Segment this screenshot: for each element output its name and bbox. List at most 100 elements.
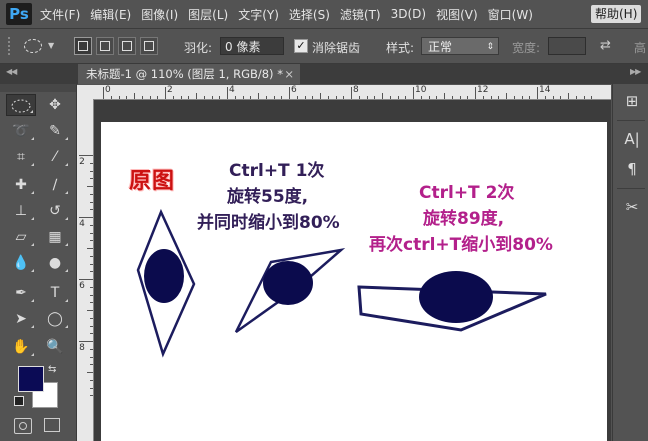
document-tab[interactable]: 未标题-1 @ 110% (图层 1, RGB/8) * ×: [78, 64, 300, 84]
ruler-minor-tick: [513, 96, 515, 99]
eraser-tool-icon[interactable]: ▱: [6, 226, 36, 248]
menu-filter[interactable]: 滤镜(T): [340, 6, 381, 23]
canvas-workspace[interactable]: 原图 Ctrl+T 1次 旋转55度, 并同时缩小到80% Ctrl+T 2次 …: [94, 100, 611, 441]
ruler-minor-tick: [90, 162, 93, 164]
ruler-minor-tick: [444, 93, 445, 99]
ruler-minor-tick: [358, 96, 360, 99]
hand-tool-icon[interactable]: ✋: [6, 336, 36, 358]
add-selection-button[interactable]: [96, 37, 114, 55]
menu-image[interactable]: 图像(I): [141, 6, 178, 23]
paragraph-panel-icon[interactable]: ¶: [623, 160, 641, 178]
style-select[interactable]: 正常 ⇕: [421, 37, 499, 55]
ruler-minor-tick: [498, 96, 500, 99]
menu-window[interactable]: 窗口(W): [488, 6, 533, 23]
vertical-ruler[interactable]: 2 4 6 8: [77, 99, 94, 441]
quick-select-tool-icon[interactable]: ✎: [40, 120, 70, 142]
collapse-panels-icon[interactable]: ▶▶: [630, 67, 641, 76]
menu-items: 文件(F) 编辑(E) 图像(I) 图层(L) 文字(Y) 选择(S) 滤镜(T…: [40, 0, 543, 28]
default-colors-icon[interactable]: [14, 396, 24, 406]
options-grip[interactable]: [8, 37, 13, 55]
menu-view[interactable]: 视图(V): [436, 6, 478, 23]
history-brush-tool-icon[interactable]: ↺: [40, 200, 70, 222]
move-tool-icon[interactable]: ✥: [40, 94, 70, 116]
toolbox-grip[interactable]: [0, 84, 76, 92]
foreground-color-swatch[interactable]: [18, 366, 44, 392]
height-label: 高: [634, 41, 647, 55]
select-updown-icon: ⇕: [486, 42, 494, 52]
ruler-minor-tick: [405, 96, 407, 99]
ruler-minor-tick: [250, 96, 252, 99]
ruler-major-tick: [79, 217, 93, 218]
step2-line2: 旋转89度,: [423, 209, 505, 229]
feather-input[interactable]: 0 像素: [220, 37, 284, 55]
document-canvas[interactable]: 原图 Ctrl+T 1次 旋转55度, 并同时缩小到80% Ctrl+T 2次 …: [101, 122, 607, 441]
menu-layer[interactable]: 图层(L): [188, 6, 228, 23]
preset-caret-icon[interactable]: ▼: [48, 41, 54, 50]
ruler-tick-label: 4: [79, 219, 85, 229]
zoom-tool-icon[interactable]: 🔍: [40, 336, 70, 358]
document-tab-title: 未标题-1 @ 110% (图层 1, RGB/8) *: [86, 67, 283, 81]
swap-dimensions-icon[interactable]: ⇄: [600, 38, 611, 53]
ruler-minor-tick: [196, 93, 197, 99]
brush-tool-icon[interactable]: ∕: [40, 174, 70, 196]
swap-colors-icon[interactable]: ⇆: [48, 364, 56, 375]
character-panel-icon[interactable]: A|: [623, 130, 641, 148]
menu-select[interactable]: 选择(S): [289, 6, 330, 23]
tool-presets-panel-icon[interactable]: ✂: [623, 198, 641, 216]
screen-mode-icon[interactable]: [44, 418, 60, 432]
ruler-minor-tick: [296, 96, 298, 99]
dodge-tool-icon[interactable]: ●: [40, 252, 70, 274]
intersect-selection-button[interactable]: [140, 37, 158, 55]
menu-type[interactable]: 文字(Y): [238, 6, 279, 23]
step1-ellipse-shape: [263, 261, 313, 305]
ruler-minor-tick: [90, 348, 93, 350]
ruler-tick-label: 8: [353, 85, 359, 95]
elliptical-marquee-preset-icon[interactable]: [24, 39, 42, 53]
crop-tool-icon[interactable]: ⌗: [6, 146, 36, 168]
path-selection-tool-icon[interactable]: ➤: [6, 308, 36, 330]
width-input[interactable]: [548, 37, 586, 55]
elliptical-marquee-tool-icon[interactable]: [6, 94, 36, 116]
ruler-minor-tick: [467, 96, 469, 99]
ruler-minor-tick: [188, 96, 190, 99]
step2-line1: Ctrl+T 2次: [419, 183, 515, 203]
collapse-toolbox-icon[interactable]: ◀◀: [6, 67, 17, 76]
menu-help[interactable]: 帮助(H): [591, 5, 642, 23]
step1-line1: Ctrl+T 1次: [229, 161, 325, 181]
horizontal-ruler[interactable]: 0 2 4 6 8 10 12 14: [93, 85, 611, 100]
ruler-minor-tick: [141, 96, 143, 99]
clone-stamp-tool-icon[interactable]: ⊥: [6, 200, 36, 222]
history-panel-icon[interactable]: ⊞: [623, 92, 641, 110]
ruler-origin[interactable]: [77, 85, 94, 100]
type-tool-icon[interactable]: T: [40, 282, 70, 304]
eyedropper-tool-icon[interactable]: ⁄: [40, 146, 70, 168]
antialias-label: 消除锯齿: [312, 41, 361, 55]
ruler-minor-tick: [87, 186, 93, 187]
ruler-minor-tick: [568, 93, 569, 99]
ruler-minor-tick: [591, 96, 593, 99]
lasso-tool-icon[interactable]: ➰: [6, 120, 36, 142]
ruler-minor-tick: [90, 263, 93, 265]
ruler-tick-label: 0: [105, 85, 111, 95]
document-tab-bar: 未标题-1 @ 110% (图层 1, RGB/8) * ×: [0, 64, 648, 84]
subtract-selection-button[interactable]: [118, 37, 136, 55]
menu-edit[interactable]: 编辑(E): [90, 6, 131, 23]
antialias-checkbox[interactable]: ✓: [294, 39, 308, 53]
healing-brush-tool-icon[interactable]: ✚: [6, 174, 36, 196]
close-tab-icon[interactable]: ×: [284, 64, 294, 84]
new-selection-button[interactable]: [74, 37, 92, 55]
ruler-minor-tick: [90, 317, 93, 319]
ellipse-tool-icon[interactable]: ◯: [40, 308, 70, 330]
ruler-minor-tick: [320, 93, 321, 99]
ruler-minor-tick: [436, 96, 438, 99]
menu-3d[interactable]: 3D(D): [391, 7, 426, 21]
pen-tool-icon[interactable]: ✒: [6, 282, 36, 304]
gradient-tool-icon[interactable]: ▦: [40, 226, 70, 248]
menu-file[interactable]: 文件(F): [40, 6, 80, 23]
quick-mask-icon[interactable]: [14, 418, 32, 434]
blur-tool-icon[interactable]: 💧: [6, 252, 36, 274]
ruler-minor-tick: [281, 96, 283, 99]
ruler-minor-tick: [219, 96, 221, 99]
ruler-minor-tick: [451, 96, 453, 99]
ruler-minor-tick: [327, 96, 329, 99]
